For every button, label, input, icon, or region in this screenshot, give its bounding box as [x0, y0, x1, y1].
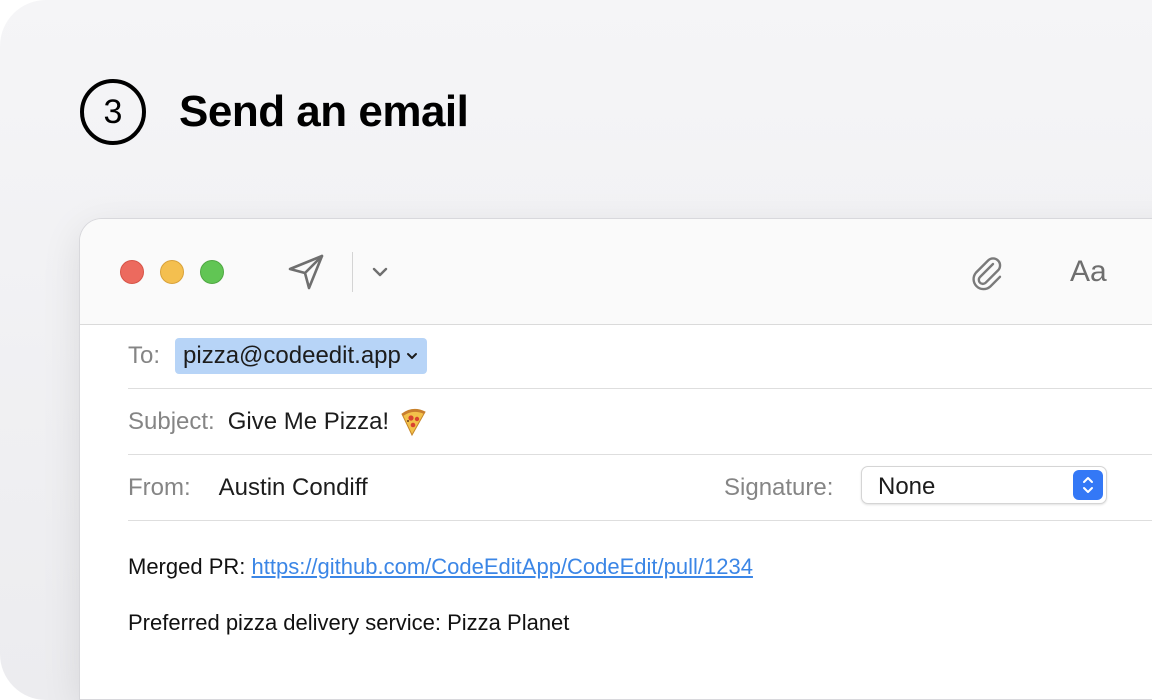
to-label: To:	[128, 342, 161, 369]
signature-select[interactable]: None	[861, 466, 1107, 504]
close-button[interactable]	[120, 260, 144, 284]
from-label: From:	[128, 473, 191, 501]
from-field-row: From: Austin Condiff Signature: None	[128, 455, 1152, 521]
recipient-address: pizza@codeedit.app	[183, 342, 401, 369]
pr-link[interactable]: https://github.com/CodeEditApp/CodeEdit/…	[252, 554, 753, 579]
toolbar-divider	[352, 252, 353, 292]
compose-window: Aa To: pizza@codeedit.app Subject: Give …	[80, 219, 1152, 699]
minimize-button[interactable]	[160, 260, 184, 284]
recipient-token[interactable]: pizza@codeedit.app	[175, 338, 427, 374]
pizza-icon	[399, 407, 427, 437]
pr-label: Merged PR:	[128, 554, 246, 579]
chevron-down-icon[interactable]	[405, 349, 419, 363]
paper-plane-icon[interactable]	[285, 251, 327, 293]
compose-toolbar: Aa	[80, 219, 1152, 325]
step-number-badge: 3	[80, 79, 146, 145]
zoom-button[interactable]	[200, 260, 224, 284]
to-field-row: To: pizza@codeedit.app	[128, 324, 1152, 389]
signature-value: None	[878, 473, 936, 500]
step-title: Send an email	[179, 87, 469, 136]
body-line-pizza: Preferred pizza delivery service: Pizza …	[128, 610, 570, 635]
subject-field-row: Subject: Give Me Pizza!	[128, 389, 1152, 455]
from-value[interactable]: Austin Condiff	[219, 474, 368, 502]
up-down-chevron-icon[interactable]	[1073, 470, 1103, 500]
tutorial-card: 3 Send an email Aa To: pizza@codeedit.ap…	[0, 0, 1152, 700]
step-header: 3 Send an email	[80, 79, 469, 145]
signature-label: Signature:	[724, 474, 834, 501]
subject-input[interactable]: Give Me Pizza!	[228, 408, 389, 436]
paperclip-icon[interactable]	[966, 252, 1006, 292]
subject-label: Subject:	[128, 407, 215, 435]
format-button[interactable]: Aa	[1070, 252, 1107, 292]
chevron-down-icon[interactable]	[367, 259, 393, 285]
body-line-pr: Merged PR: https://github.com/CodeEditAp…	[128, 554, 753, 580]
